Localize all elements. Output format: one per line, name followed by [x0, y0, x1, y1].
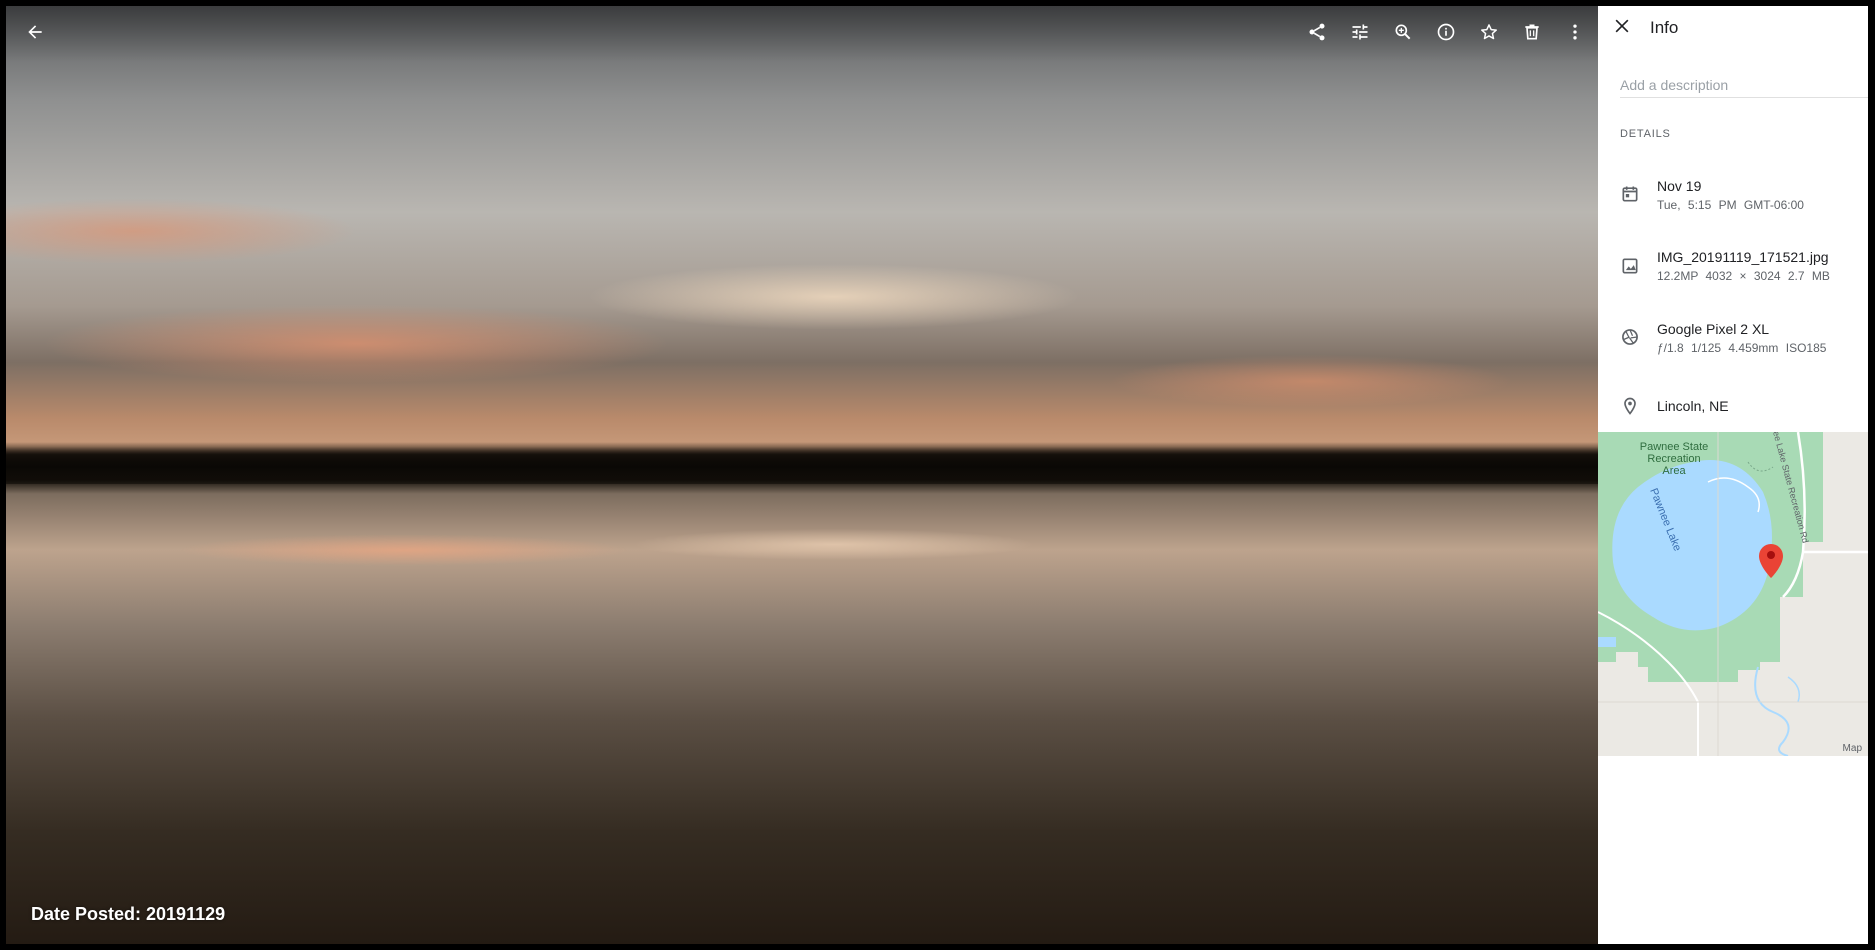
close-info-button[interactable] [1608, 12, 1636, 40]
edit-button[interactable] [1342, 14, 1378, 50]
map-area-label-1: Pawnee State [1640, 441, 1709, 453]
map-graphic: Pawnee State Recreation Area Pawnee Lake… [1598, 432, 1868, 756]
map-credit: Map [1842, 743, 1862, 754]
date-detail-primary: Nov 19 [1657, 178, 1702, 194]
aperture-icon [1620, 327, 1640, 347]
back-button[interactable] [17, 14, 53, 50]
zoom-button[interactable] [1385, 14, 1421, 50]
date-detail[interactable]: Nov 19 Tue, 5:15 PM GMT-06:00 [1598, 176, 1868, 216]
favorite-button[interactable] [1471, 14, 1507, 50]
star-icon [1481, 24, 1497, 40]
location-pin-icon [1620, 396, 1640, 416]
info-panel-title: Info [1650, 18, 1679, 37]
info-icon [1437, 23, 1455, 41]
share-button[interactable] [1299, 14, 1335, 50]
close-icon [1615, 19, 1629, 33]
location-detail[interactable]: Lincoln, NE [1598, 394, 1868, 420]
date-posted-caption: Date Posted: 20191129 [31, 904, 226, 924]
photo-viewer: Date Posted: 20191129 [6, 6, 1598, 944]
calendar-icon [1620, 184, 1640, 204]
more-options-button[interactable] [1557, 14, 1593, 50]
camera-detail-model: Google Pixel 2 XL [1657, 321, 1770, 337]
share-icon [1309, 23, 1325, 41]
date-detail-secondary: Tue, 5:15 PM GMT-06:00 [1657, 198, 1804, 212]
file-detail: IMG_20191119_171521.jpg 12.2MP 4032 × 30… [1598, 247, 1868, 287]
arrow-back-icon [28, 25, 42, 39]
camera-detail-settings: ƒ/1.8 1/125 4.459mm ISO185 [1657, 341, 1827, 355]
zoom-in-icon [1395, 24, 1411, 40]
map-area-label-3: Area [1662, 465, 1686, 477]
camera-detail: Google Pixel 2 XL ƒ/1.8 1/125 4.459mm IS… [1598, 319, 1868, 359]
file-detail-meta: 12.2MP 4032 × 3024 2.7 MB [1657, 269, 1830, 283]
details-heading: DETAILS [1620, 128, 1671, 140]
more-vert-icon [1573, 24, 1577, 40]
file-detail-name: IMG_20191119_171521.jpg [1657, 249, 1829, 265]
trash-icon [1525, 24, 1539, 40]
delete-button[interactable] [1514, 14, 1550, 50]
info-button[interactable] [1428, 14, 1464, 50]
info-panel: Info DETAILS Nov 19 Tue, 5:15 PM GMT-06:… [1598, 6, 1868, 944]
image-icon [1620, 256, 1640, 276]
info-panel-header: Info [1598, 6, 1868, 46]
description-input[interactable] [1620, 73, 1868, 98]
location-detail-name: Lincoln, NE [1657, 398, 1729, 414]
tune-icon [1352, 24, 1368, 40]
photo-reflection [6, 521, 1598, 579]
map-area-label-2: Recreation [1647, 453, 1700, 465]
photo-treeline [6, 442, 1598, 485]
location-map[interactable]: Pawnee State Recreation Area Pawnee Lake… [1598, 432, 1868, 756]
